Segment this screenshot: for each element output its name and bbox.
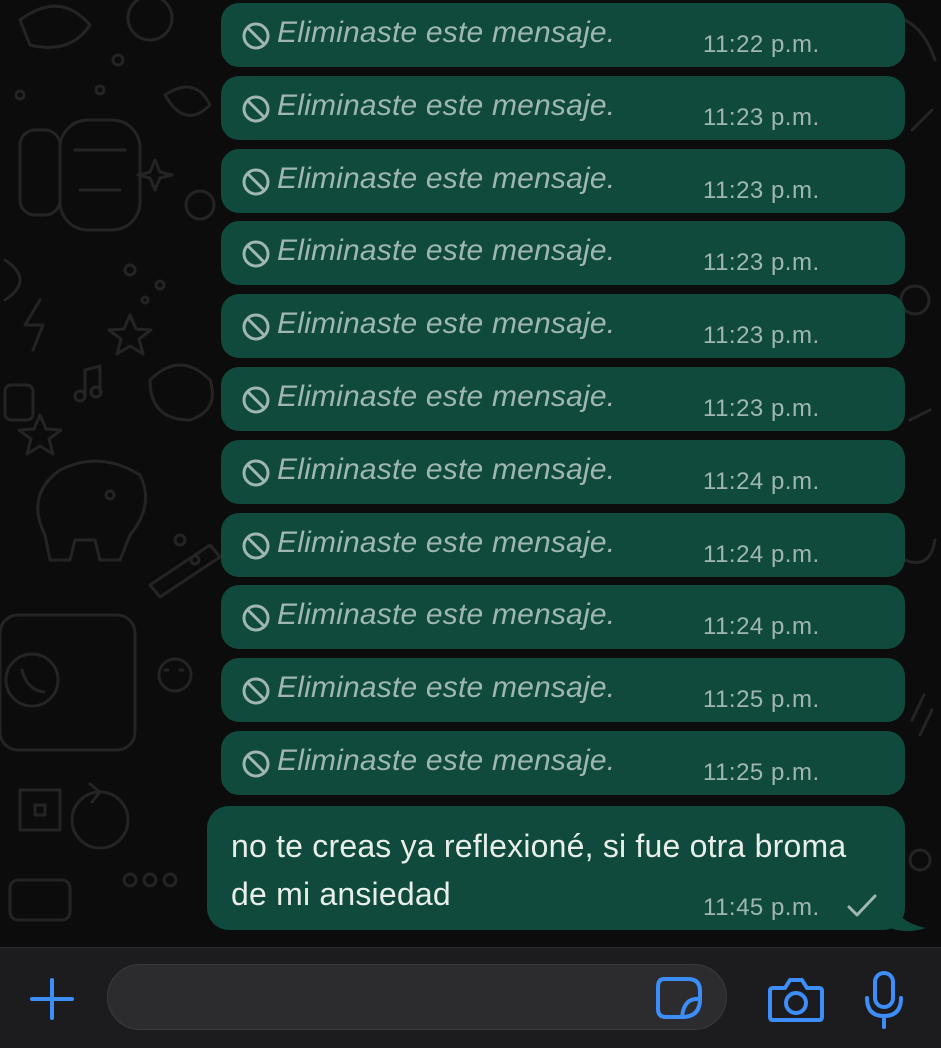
message-time: 11:23 p.m. (703, 177, 820, 204)
deleted-message-bubble[interactable]: Eliminaste este mensaje. 11:23 p.m. (221, 294, 905, 358)
deleted-message-icon (242, 168, 270, 196)
deleted-message-bubble[interactable]: Eliminaste este mensaje. 11:23 p.m. (221, 367, 905, 431)
deleted-message-icon (242, 677, 270, 705)
deleted-message-bubble[interactable]: Eliminaste este mensaje. 11:22 p.m. (221, 3, 905, 67)
deleted-message-text: Eliminaste este mensaje. (277, 380, 616, 413)
deleted-message-text: Eliminaste este mensaje. (277, 89, 616, 122)
deleted-message-text: Eliminaste este mensaje. (277, 526, 616, 559)
bubble-tail (890, 898, 926, 931)
deleted-message-icon (242, 240, 270, 268)
chat-area[interactable]: Eliminaste este mensaje. 11:22 p.m. Elimin… (0, 0, 941, 947)
deleted-message-bubble[interactable]: Eliminaste este mensaje. 11:25 p.m. (221, 731, 905, 795)
message-list: Eliminaste este mensaje. 11:22 p.m. Elimin… (0, 0, 941, 947)
deleted-message-bubble[interactable]: Eliminaste este mensaje. 11:23 p.m. (221, 149, 905, 213)
deleted-message-icon (242, 750, 270, 778)
deleted-message-bubble[interactable]: Eliminaste este mensaje. 11:24 p.m. (221, 513, 905, 577)
message-time: 11:23 p.m. (703, 104, 820, 131)
message-time: 11:23 p.m. (703, 249, 820, 276)
message-time: 11:45 p.m. (703, 894, 820, 921)
message-time: 11:24 p.m. (703, 468, 820, 495)
sticker-icon[interactable] (654, 975, 704, 1021)
message-time: 11:23 p.m. (703, 395, 820, 422)
microphone-icon[interactable] (861, 970, 907, 1030)
deleted-message-icon (242, 459, 270, 487)
single-check-icon (847, 894, 877, 917)
deleted-message-text: Eliminaste este mensaje. (277, 671, 616, 704)
deleted-message-bubble[interactable]: Eliminaste este mensaje. 11:25 p.m. (221, 658, 905, 722)
outgoing-message-bubble[interactable]: no te creas ya reflexioné, si fue otra b… (207, 806, 905, 930)
message-time: 11:23 p.m. (703, 322, 820, 349)
message-time: 11:24 p.m. (703, 613, 820, 640)
deleted-message-icon (242, 386, 270, 414)
deleted-message-text: Eliminaste este mensaje. (277, 307, 616, 340)
message-time: 11:24 p.m. (703, 541, 820, 568)
message-time: 11:22 p.m. (703, 31, 820, 58)
deleted-message-text: Eliminaste este mensaje. (277, 16, 616, 49)
deleted-message-text: Eliminaste este mensaje. (277, 234, 616, 267)
camera-icon[interactable] (767, 974, 825, 1024)
deleted-message-icon (242, 22, 270, 50)
deleted-message-icon (242, 95, 270, 123)
deleted-message-icon (242, 313, 270, 341)
deleted-message-bubble[interactable]: Eliminaste este mensaje. 11:24 p.m. (221, 585, 905, 649)
deleted-message-text: Eliminaste este mensaje. (277, 453, 616, 486)
deleted-message-text: Eliminaste este mensaje. (277, 598, 616, 631)
message-time: 11:25 p.m. (703, 759, 820, 786)
deleted-message-bubble[interactable]: Eliminaste este mensaje. 11:23 p.m. (221, 221, 905, 285)
deleted-message-text: Eliminaste este mensaje. (277, 744, 616, 777)
deleted-message-icon (242, 532, 270, 560)
message-time: 11:25 p.m. (703, 686, 820, 713)
message-input[interactable] (107, 964, 727, 1030)
deleted-message-text: Eliminaste este mensaje. (277, 162, 616, 195)
deleted-message-icon (242, 604, 270, 632)
deleted-message-bubble[interactable]: Eliminaste este mensaje. 11:24 p.m. (221, 440, 905, 504)
deleted-message-bubble[interactable]: Eliminaste este mensaje. 11:23 p.m. (221, 76, 905, 140)
plus-icon[interactable] (24, 976, 80, 1022)
message-composer-bar (0, 947, 941, 1048)
